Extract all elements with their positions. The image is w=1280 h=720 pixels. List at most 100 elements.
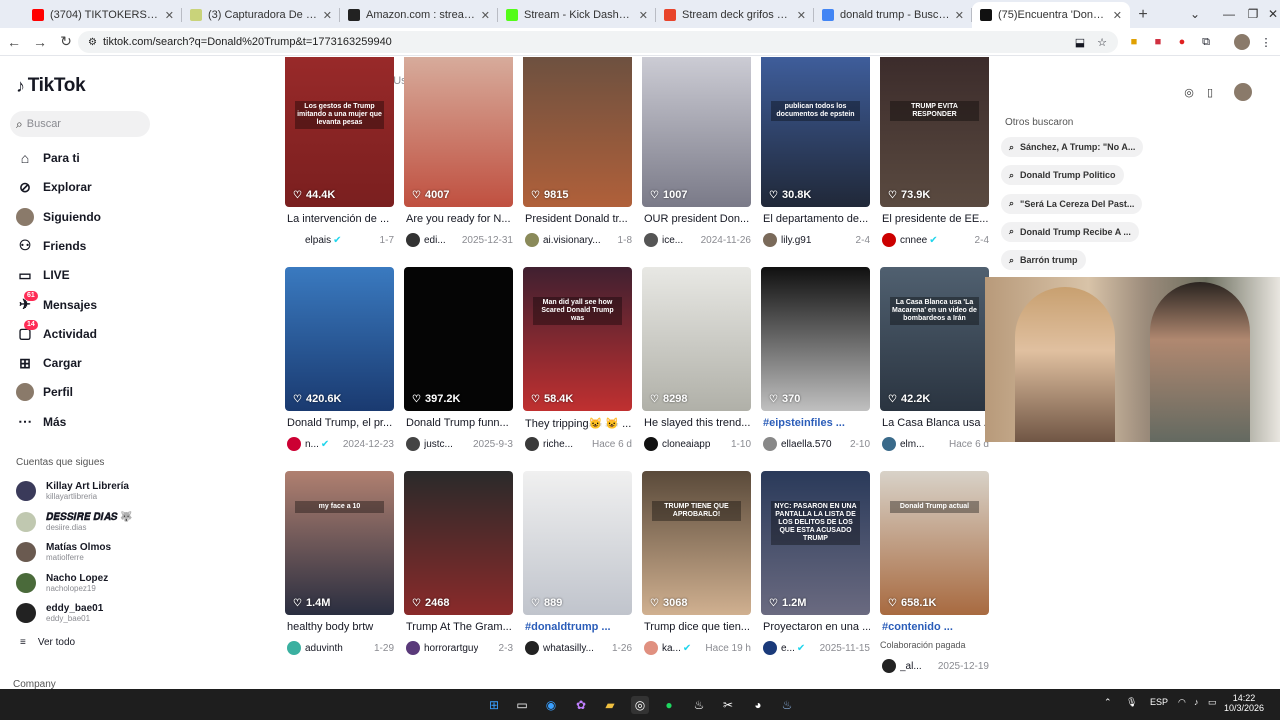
tab-close-icon[interactable]: ✕ <box>165 9 174 22</box>
following-account[interactable]: eddy_bae01 eddy_bae01 <box>16 599 103 627</box>
video-title[interactable]: #donaldtrump ... <box>525 621 632 633</box>
video-thumbnail[interactable]: ♡ 1007 <box>642 57 751 207</box>
reload-icon[interactable]: ↻ <box>54 30 78 54</box>
adblock-extension-icon[interactable]: ● <box>1174 34 1190 50</box>
creator-username[interactable]: lily.g91 <box>781 235 811 246</box>
related-search-chip[interactable]: ⌕ Barrón trump <box>1001 250 1086 271</box>
creator-avatar[interactable] <box>644 641 658 655</box>
creator-avatar[interactable] <box>287 437 301 451</box>
video-title[interactable]: They tripping😺 😺 ... <box>525 417 632 430</box>
sidebar-item-explorar[interactable]: ⊘ Explorar <box>16 176 92 198</box>
task-view-icon[interactable]: ▭ <box>513 696 531 714</box>
creator-avatar[interactable] <box>525 641 539 655</box>
creator-username[interactable]: cnnee <box>900 235 927 246</box>
creator-username[interactable]: _al... <box>900 661 922 672</box>
video-thumbnail[interactable]: publican todos los documentos de epstein… <box>761 57 870 207</box>
browser-tab[interactable]: (75)Encuentra 'Donald Trump' e ✕ <box>972 2 1130 28</box>
tab-close-icon[interactable]: ✕ <box>639 9 648 22</box>
creator-avatar[interactable] <box>644 233 658 247</box>
search-input[interactable]: ⌕ Buscar <box>10 111 150 137</box>
video-title[interactable]: healthy body brtw <box>287 621 394 633</box>
volume-icon[interactable]: ♪ <box>1194 697 1199 707</box>
video-thumbnail[interactable]: NYC: PASARON EN UNA PANTALLA LA LISTA DE… <box>761 471 870 615</box>
video-title[interactable]: La Casa Blanca usa ... <box>882 417 989 429</box>
forward-arrow-icon[interactable]: → <box>28 30 52 54</box>
see-all-link[interactable]: ≡ Ver todo <box>20 637 75 648</box>
video-thumbnail[interactable]: ♡ 397.2K <box>404 267 513 411</box>
creator-username[interactable]: elpais <box>305 235 331 246</box>
site-info-icon[interactable]: ⚙ <box>88 37 97 48</box>
creator-username[interactable]: horrorartguy <box>424 643 478 654</box>
video-title[interactable]: President Donald tr... <box>525 213 632 225</box>
tab-close-icon[interactable]: ✕ <box>323 9 332 22</box>
creator-username[interactable]: e... <box>781 643 795 654</box>
coin-icon[interactable]: ◎ <box>1182 85 1196 99</box>
browser-tab[interactable]: (3) Capturadora De Video Intern ✕ <box>182 2 340 28</box>
address-bar[interactable]: ⚙ tiktok.com/search?q=Donald%20Trump&t=1… <box>78 31 1118 53</box>
browser-tab[interactable]: (3704) TIKTOKERS CRITICAN MI ✕ <box>24 2 182 28</box>
tiktok-logo[interactable]: ♪ TikTok <box>16 75 86 97</box>
tab-close-icon[interactable]: ✕ <box>955 9 964 22</box>
creator-avatar[interactable] <box>882 233 896 247</box>
video-thumbnail[interactable]: ♡ 2468 <box>404 471 513 615</box>
sidebar-item-actividad[interactable]: ▢ 14 Actividad <box>16 319 97 345</box>
creator-avatar[interactable] <box>287 233 301 247</box>
battery-icon[interactable]: ▭ <box>1208 697 1217 708</box>
device-icon[interactable]: ▯ <box>1203 85 1217 99</box>
creator-username[interactable]: justc... <box>424 439 453 450</box>
sidebar-item-mensajes[interactable]: ✈ 61 Mensajes <box>16 290 97 316</box>
creator-avatar[interactable] <box>525 437 539 451</box>
close-window-button[interactable]: ✕ <box>1256 0 1280 28</box>
creator-avatar[interactable] <box>882 659 896 673</box>
video-title[interactable]: Trump dice que tien... <box>644 621 751 633</box>
related-search-chip[interactable]: ⌕ Donald Trump Politico <box>1001 165 1124 186</box>
video-thumbnail[interactable]: ♡ 889 <box>523 471 632 615</box>
sidebar-item-live[interactable]: ▭ LIVE <box>16 264 69 286</box>
steam-icon[interactable]: ♨ <box>690 696 708 714</box>
creator-username[interactable]: riche... <box>543 439 573 450</box>
new-tab-button[interactable]: + <box>1130 2 1156 28</box>
creator-avatar[interactable] <box>882 437 896 451</box>
video-title[interactable]: Proyectaron en una ... <box>763 621 870 633</box>
video-thumbnail[interactable]: Man did yall see how Scared Donald Trump… <box>523 267 632 411</box>
creator-username[interactable]: whatasilly... <box>543 643 594 654</box>
creator-username[interactable]: ka... <box>662 643 681 654</box>
sidebar-item-cargar[interactable]: ⊞ Cargar <box>16 352 82 374</box>
edge-icon[interactable]: ◉ <box>542 696 560 714</box>
back-arrow-icon[interactable]: ← <box>2 30 26 54</box>
video-thumbnail[interactable]: ♡ 8298 <box>642 267 751 411</box>
video-thumbnail[interactable]: Donald Trump actual ♡ 658.1K <box>880 471 989 615</box>
following-account[interactable]: 𝑫𝑬𝑺𝑺𝑰𝑹𝑬 𝑫𝑰𝑨𝑺 🐺 desiire.dias <box>16 508 133 536</box>
video-title[interactable]: La intervención de ... <box>287 213 394 225</box>
creator-avatar[interactable] <box>406 437 420 451</box>
creator-username[interactable]: ellaella.570 <box>781 439 832 450</box>
extensions-puzzle-icon[interactable]: ⧉ <box>1198 34 1214 50</box>
browser-tab[interactable]: Stream - Kick Dashboard ✕ <box>498 2 656 28</box>
video-title[interactable]: Are you ready for N... <box>406 213 513 225</box>
creator-username[interactable]: elm... <box>900 439 924 450</box>
video-title[interactable]: Donald Trump funn... <box>406 417 513 429</box>
creator-username[interactable]: cloneaiapp <box>662 439 710 450</box>
video-thumbnail[interactable]: TRUMP EVITA RESPONDER ♡ 73.9K <box>880 57 989 207</box>
tray-chevron-icon[interactable]: ⌃ <box>1104 697 1112 708</box>
creator-avatar[interactable] <box>763 641 777 655</box>
related-search-chip[interactable]: ⌕ "Será La Cereza Del Past... <box>1001 193 1143 214</box>
creator-avatar[interactable] <box>763 233 777 247</box>
sidebar-item-para-ti[interactable]: ⌂ Para ti <box>16 147 80 169</box>
creator-username[interactable]: aduvinth <box>305 643 343 654</box>
extension-icon[interactable]: ■ <box>1126 34 1142 50</box>
wifi-icon[interactable]: ◠ <box>1178 697 1186 708</box>
browser-tab[interactable]: Amazon.com : stream deck ✕ <box>340 2 498 28</box>
sidebar-item-friends[interactable]: ⚇ Friends <box>16 235 87 257</box>
video-title[interactable]: El departamento de... <box>763 213 870 225</box>
creator-avatar[interactable] <box>525 233 539 247</box>
tab-search-icon[interactable]: ⌄ <box>1178 0 1212 28</box>
user-avatar[interactable] <box>1234 83 1252 101</box>
creator-username[interactable]: ai.visionary... <box>543 235 601 246</box>
microphone-icon[interactable]: 🎙 <box>1126 697 1137 708</box>
creator-avatar[interactable] <box>406 641 420 655</box>
video-thumbnail[interactable]: TRUMP TIENE QUE APROBARLO! ♡ 3068 <box>642 471 751 615</box>
following-account[interactable]: Killay Art Librería killayartlibreria <box>16 477 129 505</box>
related-search-chip[interactable]: ⌕ Sánchez, A Trump: "No A... <box>1001 137 1144 157</box>
browser-tab[interactable]: Stream deck grifos de cocina d ✕ <box>656 2 814 28</box>
